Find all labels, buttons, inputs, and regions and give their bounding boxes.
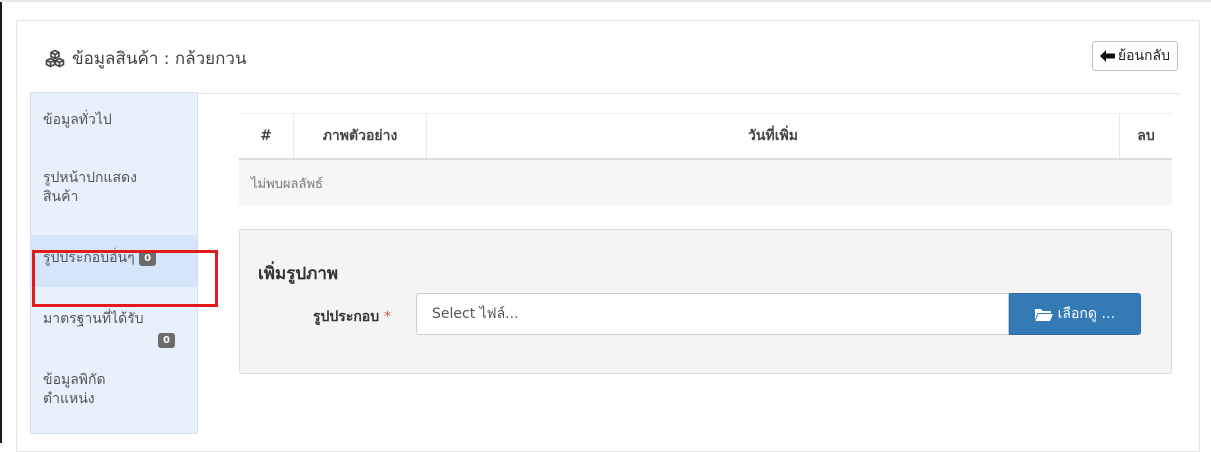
panel-header: ข้อมูลสินค้า : กล้วยกวน ย้อนกลับ xyxy=(42,21,1180,94)
sidebar: ข้อมูลทั่วไป รูปหน้าปกแสดง สินค้า รูปประ… xyxy=(30,92,198,434)
sidebar-item-other-images[interactable]: รูปประกอบอื่นๆ 0 xyxy=(31,235,197,287)
column-header-delete: ลบ xyxy=(1119,113,1172,160)
file-input[interactable]: Select ไฟล์... xyxy=(416,293,1009,335)
sidebar-item-cover-image[interactable]: รูปหน้าปกแสดง สินค้า xyxy=(31,169,197,207)
arrow-left-icon xyxy=(1099,50,1115,62)
sidebar-item-label: ข้อมูลทั่วไป xyxy=(43,112,112,128)
back-button[interactable]: ย้อนกลับ xyxy=(1091,41,1178,71)
column-header-index: # xyxy=(239,113,294,160)
title-wrap: ข้อมูลสินค้า : กล้วยกวน xyxy=(45,45,247,72)
browse-button-label: เลือกดู … xyxy=(1057,306,1116,322)
cubes-icon xyxy=(45,49,65,67)
sidebar-item-location[interactable]: ข้อมูลพิกัด ตำแหน่ง xyxy=(31,371,197,409)
browse-button[interactable]: เลือกดู … xyxy=(1009,293,1141,335)
table-row: ไม่พบผลลัพธ์ xyxy=(239,159,1172,206)
sidebar-item-general[interactable]: ข้อมูลทั่วไป xyxy=(31,111,197,130)
back-button-label: ย้อนกลับ xyxy=(1117,48,1170,64)
sidebar-item-standards[interactable]: มาตรฐานที่ได้รับ 0 xyxy=(31,310,197,350)
required-mark: * xyxy=(383,309,391,325)
count-badge: 0 xyxy=(158,332,175,348)
image-field-label-text: รูปประกอบ xyxy=(313,309,380,325)
column-header-preview: ภาพตัวอย่าง xyxy=(293,113,427,160)
table-header-row: # ภาพตัวอย่าง วันที่เพิ่ม ลบ xyxy=(239,113,1172,160)
image-table: # ภาพตัวอย่าง วันที่เพิ่ม ลบ ไม่พบผลลัพธ… xyxy=(239,113,1172,206)
folder-open-icon xyxy=(1034,309,1053,321)
column-header-date-added: วันที่เพิ่ม xyxy=(426,113,1120,160)
sidebar-item-label: รูปหน้าปกแสดง สินค้า xyxy=(43,170,137,205)
window-top-edge xyxy=(0,0,1211,2)
empty-message: ไม่พบผลลัพธ์ xyxy=(239,159,1172,206)
sidebar-item-label: รูปประกอบอื่นๆ xyxy=(43,250,135,266)
sidebar-item-label: ข้อมูลพิกัด ตำแหน่ง xyxy=(43,372,106,407)
count-badge: 0 xyxy=(139,250,157,266)
image-field-label: รูปประกอบ * xyxy=(313,306,391,328)
add-image-panel: เพิ่มรูปภาพ รูปประกอบ * Select ไฟล์... เ… xyxy=(239,229,1172,374)
sidebar-item-label: มาตรฐานที่ได้รับ xyxy=(43,311,144,327)
window-left-edge xyxy=(0,0,2,443)
page-title: ข้อมูลสินค้า : กล้วยกวน xyxy=(72,49,247,69)
add-image-title: เพิ่มรูปภาพ xyxy=(258,264,339,284)
